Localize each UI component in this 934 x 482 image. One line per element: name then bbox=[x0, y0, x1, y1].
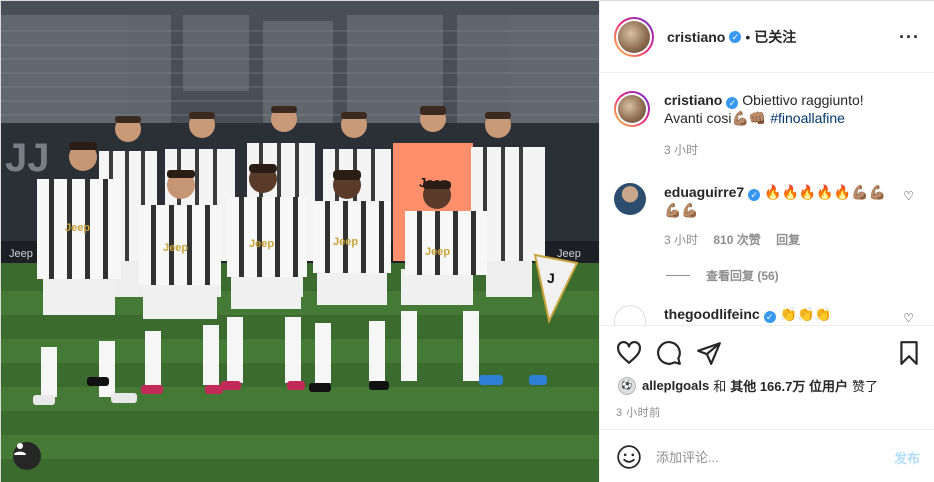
svg-text:Jeep: Jeep bbox=[163, 242, 188, 254]
svg-text:JJ: JJ bbox=[5, 136, 50, 180]
post-side-panel: cristiano ✓ • 已关注 ··· cristiano ✓ Obietti… bbox=[599, 1, 934, 482]
verified-badge-icon: ✓ bbox=[726, 97, 739, 109]
likes-summary[interactable]: ⚽ allepIgoals 和 其他 166.7万 位用户 赞了 bbox=[618, 376, 878, 395]
author-avatar[interactable] bbox=[614, 16, 654, 57]
view-replies-button[interactable]: 查看回复 (56) bbox=[666, 267, 779, 284]
author-username[interactable]: cristiano bbox=[667, 29, 725, 45]
svg-text:Jeep: Jeep bbox=[249, 238, 274, 250]
commenter-avatar[interactable] bbox=[614, 183, 646, 215]
comment-item: eduaguirre7 ✓ 🔥🔥🔥🔥🔥💪🏽💪🏽💪🏽💪🏽 3 小时 810 次赞 回… bbox=[614, 183, 922, 249]
comment-item: thegoodlifeinc ✓ 👏👏👏 ♡ bbox=[614, 305, 922, 325]
first-liker-username[interactable]: allepIgoals bbox=[642, 378, 709, 393]
commenter-avatar[interactable] bbox=[614, 305, 646, 325]
comment-text: 👏👏👏 bbox=[779, 306, 832, 322]
bookmark-icon[interactable] bbox=[896, 340, 922, 366]
caption-hashtag[interactable]: #finoallafine bbox=[770, 110, 845, 126]
svg-text:Jeep: Jeep bbox=[65, 222, 90, 234]
view-replies-line bbox=[666, 275, 690, 276]
person-icon bbox=[14, 443, 26, 455]
heart-icon[interactable] bbox=[616, 340, 642, 366]
emoji-icon[interactable] bbox=[616, 444, 642, 470]
caption-comment: cristiano ✓ Obiettivo raggiunto! Avanti c… bbox=[614, 91, 922, 159]
likes-joiner: 和 bbox=[713, 379, 727, 394]
team-photo-illustration: JJ Jeep Jeep Jeep Jeep Jeep Jeep Jeep J bbox=[1, 1, 599, 482]
action-icon-row bbox=[616, 340, 922, 366]
svg-text:Jeep: Jeep bbox=[425, 246, 450, 258]
comment-icon[interactable] bbox=[656, 340, 682, 366]
more-horizontal-icon[interactable]: ··· bbox=[899, 28, 920, 46]
verified-badge-icon: ✓ bbox=[748, 189, 761, 201]
comment-input[interactable] bbox=[656, 449, 894, 465]
header-separator: • bbox=[745, 28, 751, 45]
svg-text:Jeep: Jeep bbox=[333, 236, 358, 248]
add-comment-bar: 发布 bbox=[600, 429, 934, 482]
comment-username[interactable]: eduaguirre7 bbox=[664, 184, 744, 200]
likes-others[interactable]: 其他 166.7万 位用户 bbox=[730, 376, 848, 395]
reply-button[interactable]: 回复 bbox=[776, 233, 800, 247]
post-dialog: JJ Jeep Jeep Jeep Jeep Jeep Jeep Jeep J … bbox=[0, 0, 934, 482]
paper-plane-icon[interactable] bbox=[696, 340, 722, 366]
follow-button[interactable]: 已关注 bbox=[754, 27, 796, 47]
tagged-users-button[interactable] bbox=[13, 442, 41, 470]
post-photo[interactable]: JJ Jeep Jeep Jeep Jeep Jeep Jeep Jeep J bbox=[1, 1, 599, 482]
caption-avatar[interactable] bbox=[614, 91, 650, 127]
ad-board-text-left: Jeep bbox=[9, 248, 33, 260]
verified-badge-icon: ✓ bbox=[729, 30, 742, 43]
view-replies-label: 查看回复 (56) bbox=[706, 269, 779, 283]
ad-board-text-right: Jeep bbox=[557, 248, 581, 260]
svg-text:J: J bbox=[547, 270, 555, 286]
post-actions: ⚽ allepIgoals 和 其他 166.7万 位用户 赞了 3 小时前 发… bbox=[600, 325, 934, 482]
comment-likes-count[interactable]: 810 次赞 bbox=[713, 233, 760, 247]
post-timestamp[interactable]: 3 小时前 bbox=[616, 404, 661, 420]
comment-time[interactable]: 3 小时 bbox=[664, 233, 698, 247]
liker-avatar: ⚽ bbox=[618, 376, 636, 395]
caption-time[interactable]: 3 小时 bbox=[664, 143, 698, 157]
comments-list[interactable]: cristiano ✓ Obiettivo raggiunto! Avanti c… bbox=[600, 73, 934, 325]
comment-like-heart-icon[interactable]: ♡ bbox=[903, 311, 914, 325]
caption-emojis: 💪🏽👊🏽 bbox=[731, 110, 767, 126]
comment-like-heart-icon[interactable]: ♡ bbox=[903, 189, 914, 203]
post-comment-button[interactable]: 发布 bbox=[894, 448, 920, 467]
caption-username[interactable]: cristiano bbox=[664, 92, 722, 108]
likes-suffix: 赞了 bbox=[851, 379, 878, 394]
post-header: cristiano ✓ • 已关注 ··· bbox=[600, 1, 934, 73]
verified-badge-icon: ✓ bbox=[763, 311, 776, 323]
comment-username[interactable]: thegoodlifeinc bbox=[664, 306, 760, 322]
